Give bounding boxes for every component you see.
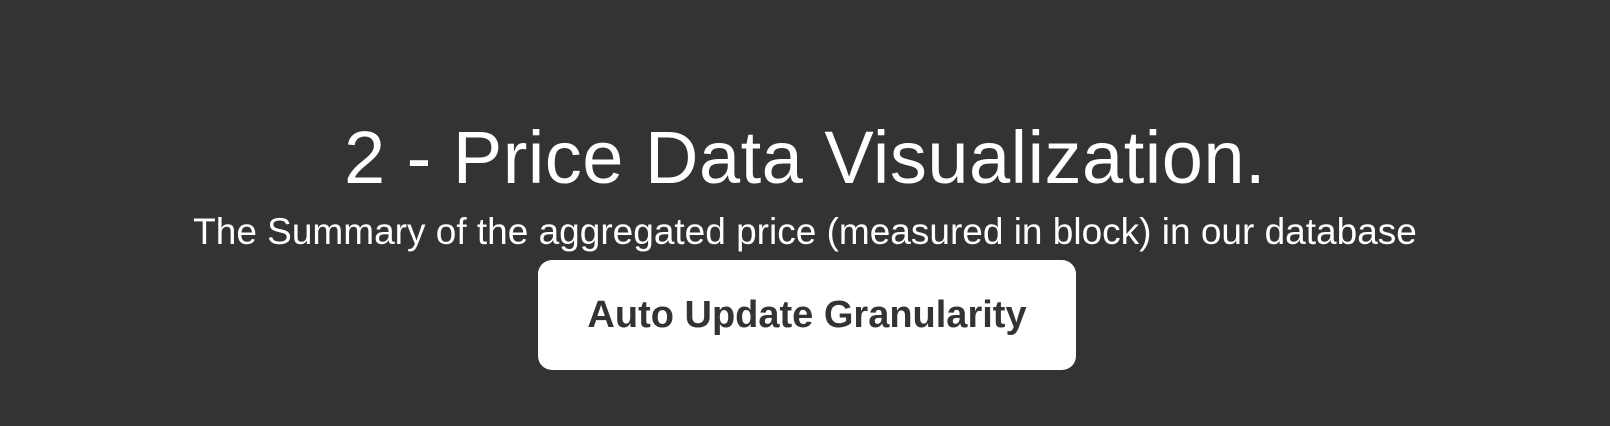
- price-visualization-section: 2 - Price Data Visualization. The Summar…: [0, 0, 1610, 426]
- auto-update-granularity-button[interactable]: Auto Update Granularity: [538, 260, 1076, 370]
- section-title: 2 - Price Data Visualization.: [343, 115, 1267, 199]
- section-subtitle: The Summary of the aggregated price (mea…: [193, 211, 1417, 252]
